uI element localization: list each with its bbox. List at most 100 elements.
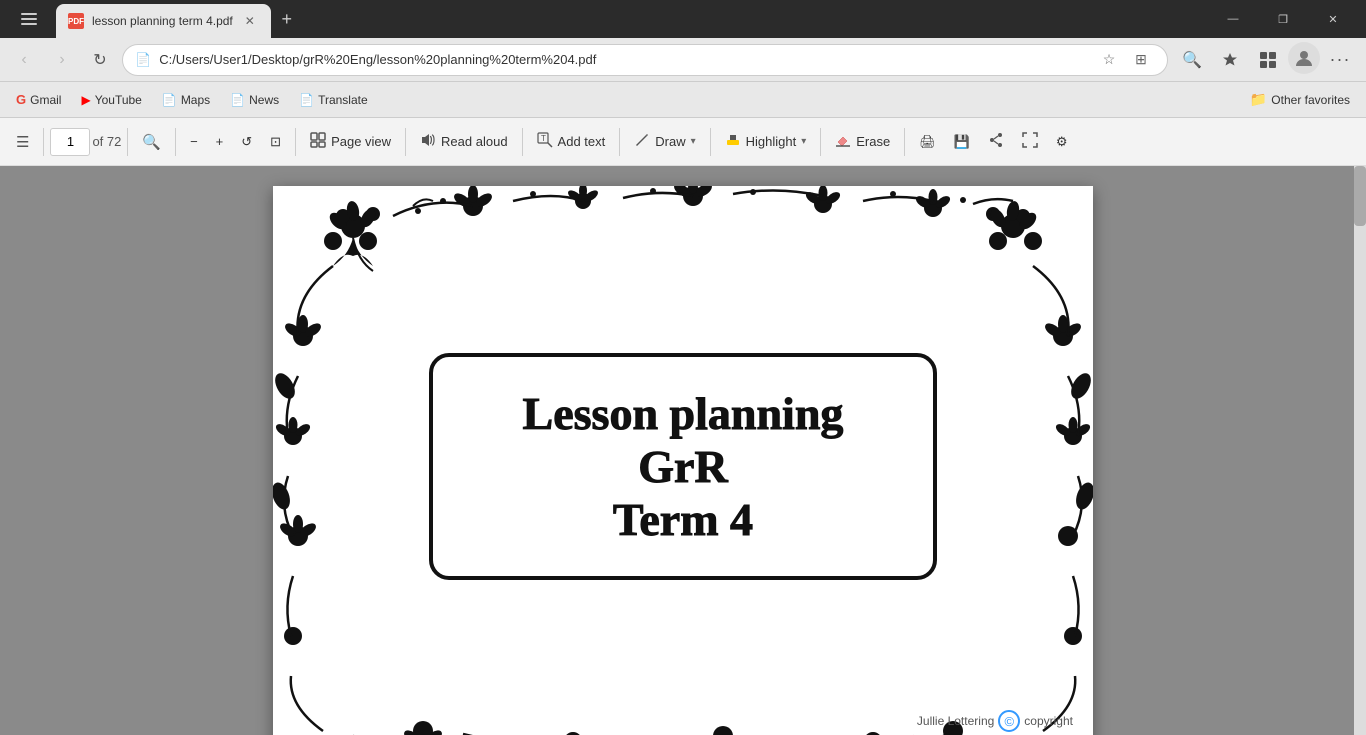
fav-maps[interactable]: 📄 Maps: [154, 89, 218, 111]
refresh-button[interactable]: ↻: [84, 44, 116, 76]
search-icon: 🔍: [142, 133, 161, 151]
tab-close-button[interactable]: ✕: [241, 12, 259, 30]
svg-text:T: T: [541, 134, 546, 143]
favorites-bar: G Gmail ▶ YouTube 📄 Maps 📄 News 📄 Transl…: [0, 82, 1366, 118]
share-icon: [988, 132, 1004, 151]
print-icon: 🖨: [919, 134, 936, 150]
collections-sidebar-button[interactable]: [1250, 42, 1286, 78]
toolbar-divider-4: [295, 128, 296, 156]
other-favorites-label: Other favorites: [1271, 93, 1350, 107]
fav-gmail[interactable]: G Gmail: [8, 88, 69, 111]
fit-page-button[interactable]: ⊡: [262, 124, 289, 160]
more-options-button[interactable]: ···: [1322, 42, 1358, 78]
address-bar-row: ‹ › ↻ 📄 C:/Users/User1/Desktop/grR%20Eng…: [0, 38, 1366, 82]
add-text-label: Add text: [558, 134, 606, 149]
search-button[interactable]: 🔍: [1174, 42, 1210, 78]
maximize-button[interactable]: ❐: [1260, 3, 1306, 35]
sidebar-toggle-button[interactable]: [10, 0, 48, 38]
highlight-icon: [725, 132, 741, 152]
toolbar-divider-2: [127, 128, 128, 156]
pdf-tab[interactable]: PDF lesson planning term 4.pdf ✕: [56, 4, 271, 38]
profile-button[interactable]: [1288, 42, 1320, 74]
toolbar-divider-5: [405, 128, 406, 156]
pdf-content-area: Lesson planning GrR Term 4 Jullie Lotter…: [0, 166, 1366, 735]
pdf-title-line2: GrR: [453, 440, 913, 493]
fullscreen-button[interactable]: [1014, 124, 1046, 160]
fit-page-icon: ⊡: [270, 134, 281, 150]
page-total-label: of 72: [92, 134, 121, 149]
title-bar-left: PDF lesson planning term 4.pdf ✕ +: [10, 0, 303, 38]
erase-label: Erase: [856, 134, 890, 149]
draw-dropdown-arrow[interactable]: ▾: [691, 136, 696, 147]
pdf-copyright: Jullie Lottering © copyright: [917, 710, 1073, 732]
draw-label: Draw: [655, 134, 685, 149]
new-tab-button[interactable]: +: [271, 3, 303, 35]
fav-news[interactable]: 📄 News: [222, 89, 287, 111]
add-text-button[interactable]: T Add text: [529, 124, 614, 160]
back-button[interactable]: ‹: [8, 44, 40, 76]
rotate-button[interactable]: ↺: [233, 124, 260, 160]
table-of-contents-button[interactable]: ☰: [8, 124, 37, 160]
toolbar-divider-9: [820, 128, 821, 156]
draw-button[interactable]: Draw ▾: [626, 124, 703, 160]
toolbar-divider-8: [710, 128, 711, 156]
scrollbar-thumb[interactable]: [1354, 166, 1366, 226]
toolbar-divider-3: [175, 128, 176, 156]
toolbar-divider-10: [904, 128, 905, 156]
maps-icon: 📄: [162, 93, 177, 107]
url-text: C:/Users/User1/Desktop/grR%20Eng/lesson%…: [159, 52, 1087, 67]
save-button[interactable]: 💾: [946, 124, 978, 160]
highlight-label: Highlight: [746, 134, 797, 149]
fav-translate[interactable]: 📄 Translate: [291, 89, 376, 111]
zoom-out-button[interactable]: −: [182, 124, 206, 160]
share-button[interactable]: [980, 124, 1012, 160]
save-icon: 💾: [954, 134, 970, 150]
print-button[interactable]: 🖨: [911, 124, 944, 160]
settings-icon: ⚙: [1056, 134, 1068, 150]
draw-icon: [634, 132, 650, 152]
rotate-icon: ↺: [241, 134, 252, 150]
fav-youtube[interactable]: ▶ YouTube: [73, 89, 149, 111]
close-button[interactable]: ✕: [1310, 3, 1356, 35]
pdf-tab-icon: PDF: [68, 13, 84, 29]
address-bar-icons: ☆ ⊞: [1095, 46, 1155, 74]
news-icon: 📄: [230, 93, 245, 107]
erase-button[interactable]: Erase: [827, 124, 898, 160]
read-aloud-button[interactable]: Read aloud: [412, 124, 516, 160]
pdf-title-line3: Term 4: [453, 493, 913, 546]
page-view-button[interactable]: Page view: [302, 124, 399, 160]
forward-button[interactable]: ›: [46, 44, 78, 76]
zoom-in-icon: +: [216, 134, 224, 149]
copyright-symbol: ©: [1005, 714, 1015, 729]
highlight-dropdown-arrow[interactable]: ▾: [801, 136, 806, 147]
toolbar-divider-1: [43, 128, 44, 156]
pdf-settings-button[interactable]: ⚙: [1048, 124, 1076, 160]
favorite-star-button[interactable]: ☆: [1095, 46, 1123, 74]
page-view-label: Page view: [331, 134, 391, 149]
fav-translate-label: Translate: [318, 93, 368, 107]
fav-youtube-label: YouTube: [95, 93, 142, 107]
fav-news-label: News: [249, 93, 279, 107]
search-pdf-button[interactable]: 🔍: [134, 124, 169, 160]
pdf-toolbar: ☰ 1 of 72 🔍 − + ↺ ⊡ Page view: [0, 118, 1366, 166]
other-favorites-button[interactable]: 📁 Other favorites: [1242, 87, 1358, 112]
toc-icon: ☰: [16, 133, 29, 151]
zoom-in-button[interactable]: +: [208, 124, 232, 160]
window-controls: — ❐ ✕: [1210, 3, 1356, 35]
tab-title: lesson planning term 4.pdf: [92, 14, 233, 28]
highlight-button[interactable]: Highlight ▾: [717, 124, 815, 160]
page-number-input[interactable]: 1: [50, 128, 90, 156]
scrollbar[interactable]: [1354, 166, 1366, 735]
fav-gmail-label: Gmail: [30, 93, 61, 107]
minimize-button[interactable]: —: [1210, 3, 1256, 35]
file-icon: 📄: [135, 52, 151, 68]
fav-maps-label: Maps: [181, 93, 210, 107]
collections-button[interactable]: ⊞: [1127, 46, 1155, 74]
read-aloud-label: Read aloud: [441, 134, 508, 149]
gmail-icon: G: [16, 92, 26, 107]
pdf-page: Lesson planning GrR Term 4 Jullie Lotter…: [273, 186, 1093, 735]
pdf-center-content: Lesson planning GrR Term 4: [429, 353, 937, 580]
favorites-button[interactable]: [1212, 42, 1248, 78]
address-bar[interactable]: 📄 C:/Users/User1/Desktop/grR%20Eng/lesso…: [122, 44, 1168, 76]
title-bar: PDF lesson planning term 4.pdf ✕ + — ❐ ✕: [0, 0, 1366, 38]
